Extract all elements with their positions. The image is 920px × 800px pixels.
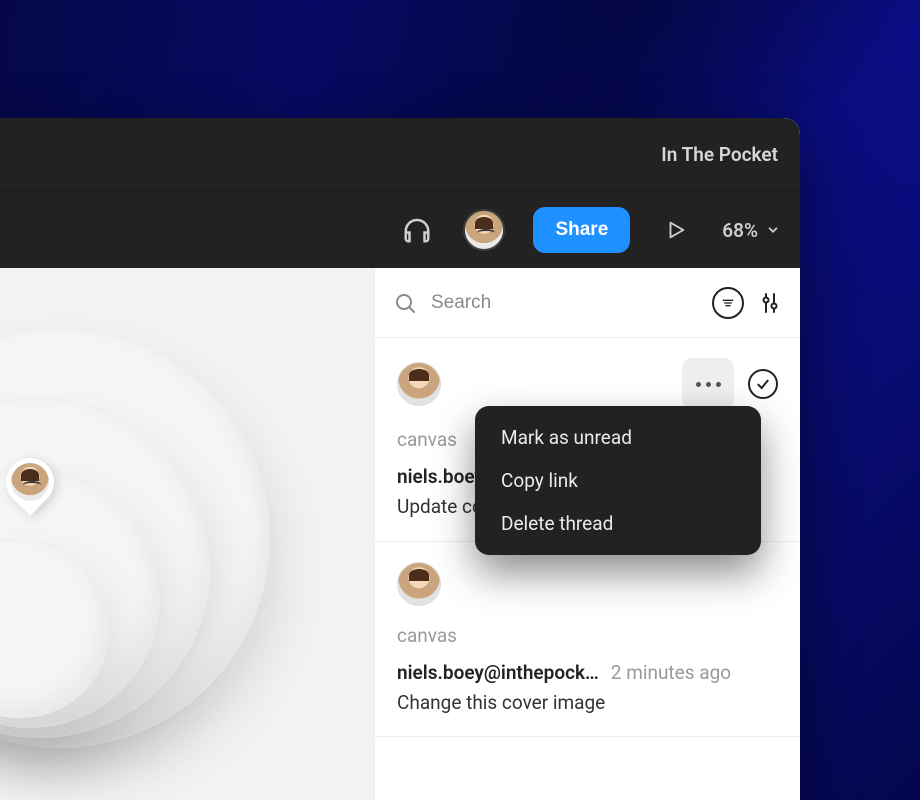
comment-thread[interactable]: canvas niels.boey@inthepock… 2 minutes a…: [375, 542, 800, 738]
context-menu: Mark as unread Copy link Delete thread: [475, 406, 761, 555]
check-icon: [755, 376, 771, 392]
user-avatar[interactable]: [463, 209, 505, 251]
comment-body: Change this cover image: [397, 690, 778, 717]
menu-delete-thread[interactable]: Delete thread: [475, 502, 761, 545]
pin-avatar: [11, 463, 49, 501]
menu-copy-link[interactable]: Copy link: [475, 459, 761, 502]
comment-author: niels.boey@inthepock…: [397, 661, 599, 684]
canvas-artwork: [0, 308, 290, 768]
app-window: In The Pocket Share 68%: [0, 118, 800, 800]
search-input[interactable]: [431, 292, 611, 314]
zoom-value: 68%: [722, 219, 758, 242]
play-icon[interactable]: [658, 212, 694, 248]
settings-sliders-icon[interactable]: [758, 289, 782, 317]
menu-mark-unread[interactable]: Mark as unread: [475, 416, 761, 459]
resolve-button[interactable]: [748, 369, 778, 399]
search-row: [375, 268, 800, 338]
titlebar: In The Pocket: [0, 118, 800, 192]
comments-panel: canvas niels.boey@inthepock… Update co M…: [374, 268, 800, 800]
headphones-icon[interactable]: [399, 212, 435, 248]
comment-time: 2 minutes ago: [611, 661, 731, 684]
toolbar: Share 68%: [0, 192, 800, 268]
workspace-name[interactable]: In The Pocket: [661, 143, 778, 166]
zoom-control[interactable]: 68%: [722, 219, 780, 242]
chevron-down-icon: [766, 223, 780, 237]
comment-thread[interactable]: canvas niels.boey@inthepock… Update co M…: [375, 338, 800, 542]
comment-avatar: [397, 562, 441, 606]
canvas-area[interactable]: [0, 268, 374, 800]
share-button[interactable]: Share: [533, 207, 630, 253]
filter-icon[interactable]: [712, 287, 744, 319]
more-options-button[interactable]: [682, 358, 734, 410]
comment-location: canvas: [397, 624, 778, 647]
more-icon: [696, 382, 721, 387]
comment-avatar: [397, 362, 441, 406]
search-icon: [393, 291, 417, 315]
